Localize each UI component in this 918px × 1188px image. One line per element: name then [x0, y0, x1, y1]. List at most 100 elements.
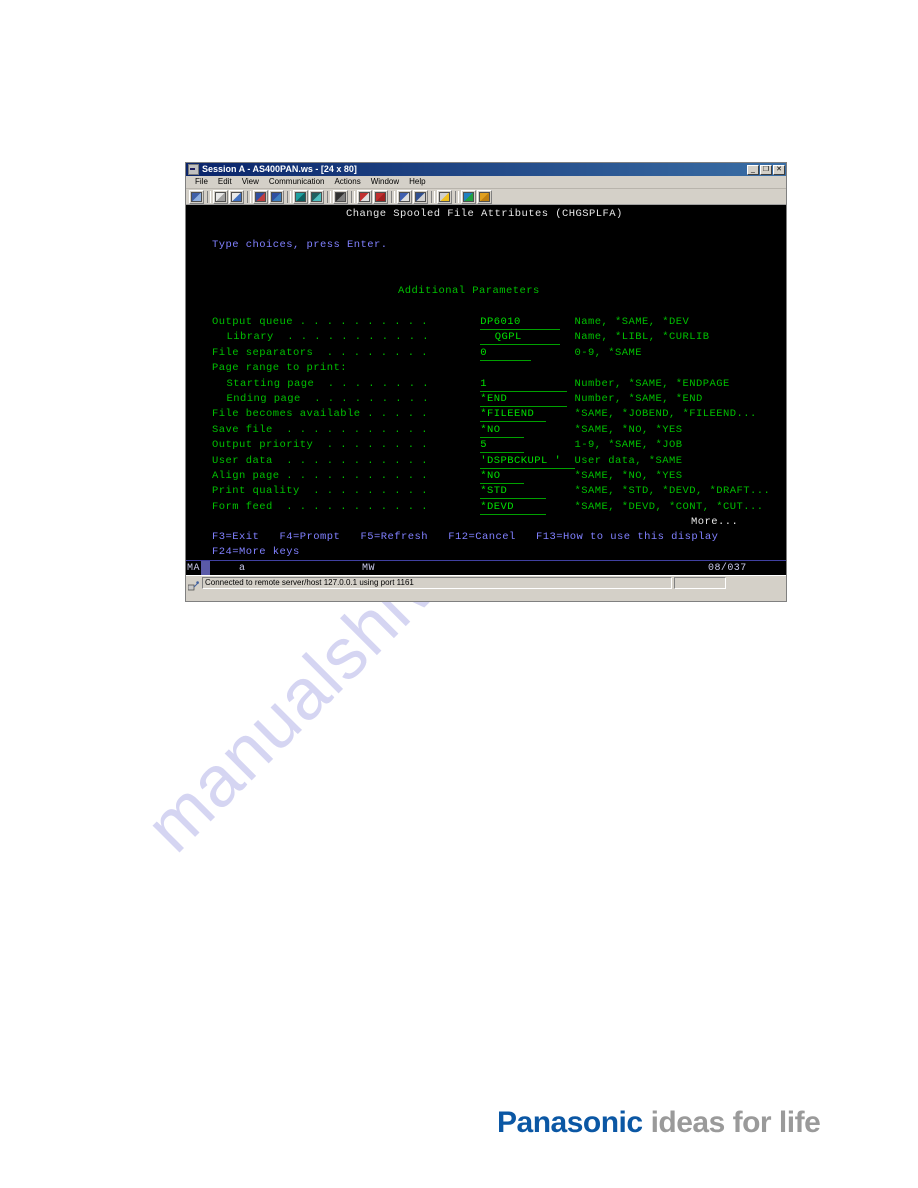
operator-information-area: MA a MW 08/037: [186, 560, 786, 575]
param-label: Form feed . . . . . . . . . . .: [212, 500, 429, 513]
globe-icon-glyph: [463, 191, 474, 202]
new-session-icon[interactable]: [189, 189, 204, 204]
param-label: File becomes available . . . . .: [212, 408, 429, 421]
status-message: Connected to remote server/host 127.0.0.…: [202, 576, 672, 589]
param-hint: Number, *SAME, *END: [574, 393, 703, 405]
param-label: Ending page . . . . . . . . .: [226, 393, 430, 405]
param-input-field[interactable]: DP6010: [480, 316, 560, 330]
menu-item-file[interactable]: File: [190, 176, 213, 188]
edit-macro-icon-glyph: [479, 191, 490, 202]
terminal-screen[interactable]: Change Spooled File Attributes (CHGSPLFA…: [186, 205, 786, 575]
param-hint: 0-9, *SAME: [574, 346, 643, 359]
param-label: Output priority . . . . . . . .: [212, 439, 429, 452]
menu-bar: File Edit View Communication Actions Window He…: [186, 176, 786, 189]
restore-button[interactable]: ❐: [760, 164, 772, 175]
param-hint: *SAME, *JOBEND, *FILEEND...: [574, 408, 757, 421]
param-label: File separators . . . . . . . .: [212, 346, 429, 359]
menu-item-actions[interactable]: Actions: [329, 176, 365, 188]
section-heading: Additional Parameters: [398, 285, 540, 297]
send-mail-icon[interactable]: [397, 189, 412, 204]
param-hint: User data, *SAME: [574, 454, 683, 467]
copy-icon-glyph: [215, 191, 226, 202]
param-label: Save file . . . . . . . . . . .: [212, 423, 429, 436]
param-hint: *SAME, *DEVD, *CONT, *CUT...: [574, 500, 764, 513]
paste-icon[interactable]: [229, 189, 244, 204]
more-indicator: More...: [691, 516, 739, 528]
toolbar-separator: [455, 190, 459, 203]
edit-macro-icon[interactable]: [477, 189, 492, 204]
param-label: Page range to print:: [212, 362, 348, 375]
menu-item-help[interactable]: Help: [404, 176, 430, 188]
panasonic-brand-text: Panasonic: [497, 1106, 643, 1139]
panasonic-tagline-text: ideas for life: [650, 1106, 821, 1139]
window-title-bar[interactable]: Session A - AS400PAN.ws - [24 x 80] _ ❐ …: [186, 163, 786, 176]
close-button[interactable]: ✕: [773, 164, 785, 175]
terminal-emulator-window: Session A - AS400PAN.ws - [24 x 80] _ ❐ …: [185, 162, 787, 602]
copy-icon[interactable]: [213, 189, 228, 204]
toolbar-separator: [247, 190, 251, 203]
display-session-icon-glyph: [295, 191, 306, 202]
security-icon[interactable]: [437, 189, 452, 204]
menu-item-window[interactable]: Window: [366, 176, 404, 188]
oia-system-indicator: MA: [187, 563, 200, 574]
cut-icon-glyph: [255, 191, 266, 202]
menu-item-view[interactable]: View: [237, 176, 264, 188]
receive-file-icon-glyph: [375, 191, 386, 202]
param-hint: 1-9, *SAME, *JOB: [574, 439, 683, 452]
send-file-icon[interactable]: [357, 189, 372, 204]
toolbar-separator: [431, 190, 435, 203]
param-input-field[interactable]: *NO: [480, 470, 524, 484]
oia-cursor-position: 08/037: [708, 563, 747, 574]
copy-append-icon-glyph: [271, 191, 282, 202]
cut-icon[interactable]: [253, 189, 268, 204]
chart-icon[interactable]: [333, 189, 348, 204]
copy-append-icon[interactable]: [269, 189, 284, 204]
printer-session-icon-glyph: [311, 191, 322, 202]
display-session-icon[interactable]: [293, 189, 308, 204]
param-input-field[interactable]: *END: [480, 393, 568, 407]
param-input-field[interactable]: *DEVD: [480, 501, 546, 515]
toolbar-separator: [207, 190, 211, 203]
printer-session-icon[interactable]: [309, 189, 324, 204]
param-input-field[interactable]: *NO: [480, 424, 524, 438]
minimize-button[interactable]: _: [747, 164, 759, 175]
param-label: Starting page . . . . . . . .: [226, 377, 430, 390]
param-input-field[interactable]: 5: [480, 439, 524, 454]
send-mail-icon-glyph: [399, 191, 410, 202]
param-label: Align page . . . . . . . . . . .: [212, 470, 429, 482]
chart-icon-glyph: [335, 191, 346, 202]
param-hint: *SAME, *STD, *DEVD, *DRAFT...: [574, 485, 771, 498]
connection-icon: [187, 578, 199, 590]
param-input-field[interactable]: *FILEEND: [480, 408, 546, 423]
function-keys-line-1: F3=Exit F4=Prompt F5=Refresh F12=Cancel …: [212, 531, 719, 543]
param-input-field[interactable]: *STD: [480, 485, 546, 500]
param-input-field[interactable]: 0: [480, 347, 531, 361]
param-hint: *SAME, *NO, *YES: [574, 423, 683, 436]
application-status-bar: Connected to remote server/host 127.0.0.…: [186, 575, 786, 590]
param-label: Library . . . . . . . . . . .: [226, 331, 430, 344]
param-input-field[interactable]: QGPL: [480, 331, 560, 346]
status-right-pane: [674, 576, 726, 589]
param-hint: Name, *LIBL, *CURLIB: [574, 331, 710, 344]
toolbar-separator: [391, 190, 395, 203]
toolbar: [186, 189, 786, 205]
param-input-field[interactable]: 'DSPBCKUPL ': [480, 455, 575, 469]
param-label: User data . . . . . . . . . . .: [212, 454, 429, 467]
receive-mail-icon[interactable]: [413, 189, 428, 204]
receive-file-icon[interactable]: [373, 189, 388, 204]
window-controls: _ ❐ ✕: [747, 164, 785, 175]
system-menu-icon[interactable]: [188, 164, 199, 175]
oia-cursor-block: [201, 561, 210, 575]
window-title: Session A - AS400PAN.ws - [24 x 80]: [202, 164, 357, 174]
toolbar-separator: [287, 190, 291, 203]
menu-item-edit[interactable]: Edit: [213, 176, 237, 188]
send-file-icon-glyph: [359, 191, 370, 202]
menu-item-communication[interactable]: Communication: [264, 176, 330, 188]
param-input-field[interactable]: 1: [480, 378, 568, 392]
new-session-icon-glyph: [191, 191, 202, 202]
globe-icon[interactable]: [461, 189, 476, 204]
function-keys-line-2: F24=More keys: [212, 546, 300, 558]
receive-mail-icon-glyph: [415, 191, 426, 202]
toolbar-separator: [351, 190, 355, 203]
oia-message-indicator: MW: [362, 563, 375, 574]
